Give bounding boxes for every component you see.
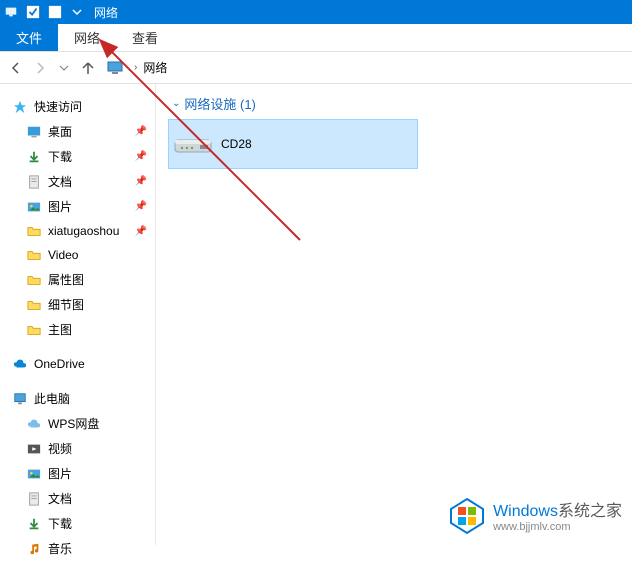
navpane-item-label: 图片 xyxy=(48,198,72,215)
thispc-label: 此电脑 xyxy=(34,390,70,407)
navpane-item-zhutu[interactable]: 主图 xyxy=(0,317,155,342)
monitor-icon xyxy=(106,59,124,77)
navpane-item-xiatugaoshou[interactable]: xiatugaoshou 📌 xyxy=(0,219,155,243)
back-button[interactable] xyxy=(4,56,28,80)
watermark-url: www.bjjmlv.com xyxy=(493,521,622,533)
navpane-item-label: 下载 xyxy=(48,148,72,165)
pin-icon: 📌 xyxy=(135,151,151,162)
folder-icon xyxy=(26,247,42,263)
watermark-brand: Windows系统之家 xyxy=(493,497,622,521)
navpane-item-label: WPS网盘 xyxy=(48,415,99,432)
watermark-brand-b: 系统之家 xyxy=(558,503,622,520)
quick-access-group: 快速访问 桌面 📌 下载 📌 文档 📌 图片 📌 xyxy=(0,94,155,342)
titlebar: 网络 xyxy=(0,0,632,24)
content-area: ⌄ 网络设施 (1) CD28 xyxy=(156,84,632,545)
tab-file[interactable]: 文件 xyxy=(0,24,58,51)
navpane-item-label: 主图 xyxy=(48,321,72,338)
navpane-item-label: 细节图 xyxy=(48,296,84,313)
navpane-item-label: 桌面 xyxy=(48,123,72,140)
chevron-down-icon: ⌄ xyxy=(172,98,180,109)
onedrive-header[interactable]: OneDrive xyxy=(0,352,155,376)
navpane-item-label: 文档 xyxy=(48,490,72,507)
main-area: 快速访问 桌面 📌 下载 📌 文档 📌 图片 📌 xyxy=(0,84,632,545)
navigation-pane: 快速访问 桌面 📌 下载 📌 文档 📌 图片 📌 xyxy=(0,84,156,545)
picture-icon xyxy=(26,199,42,215)
folder-icon xyxy=(26,272,42,288)
pin-icon: 📌 xyxy=(135,176,151,187)
navpane-item-desktop[interactable]: 桌面 📌 xyxy=(0,119,155,144)
music-icon xyxy=(26,541,42,557)
navpane-item-wps[interactable]: WPS网盘 xyxy=(0,411,155,436)
ribbon-tabs: 文件 网络 查看 xyxy=(0,24,632,52)
navpane-item-downloads2[interactable]: 下载 xyxy=(0,511,155,536)
picture-icon xyxy=(26,466,42,482)
download-icon xyxy=(26,516,42,532)
tab-view[interactable]: 查看 xyxy=(116,24,174,51)
navpane-item-pictures[interactable]: 图片 📌 xyxy=(0,194,155,219)
navpane-item-label: 文档 xyxy=(48,173,72,190)
blank-box-icon[interactable] xyxy=(46,3,64,21)
dropdown-icon[interactable] xyxy=(68,3,86,21)
thispc-group: 此电脑 WPS网盘 视频 图片 文档 下载 xyxy=(0,386,155,561)
navpane-item-xijietu[interactable]: 细节图 xyxy=(0,292,155,317)
document-icon xyxy=(26,491,42,507)
navpane-item-label: Video xyxy=(48,248,78,262)
navbar: › 网络 xyxy=(0,52,632,84)
device-item[interactable]: CD28 xyxy=(168,119,418,169)
pin-icon: 📌 xyxy=(135,226,151,237)
quick-access-toolbar xyxy=(0,3,88,21)
folder-icon xyxy=(26,223,42,239)
pin-icon: 📌 xyxy=(135,126,151,137)
navpane-item-shuxingtu[interactable]: 属性图 xyxy=(0,267,155,292)
navpane-item-pictures2[interactable]: 图片 xyxy=(0,461,155,486)
group-header-label: 网络设施 (1) xyxy=(184,94,256,113)
navpane-item-label: 图片 xyxy=(48,465,72,482)
navpane-item-label: 视频 xyxy=(48,440,72,457)
star-icon xyxy=(12,99,28,115)
watermark-brand-a: Windows xyxy=(493,503,558,520)
window-title: 网络 xyxy=(88,4,118,21)
monitor-icon xyxy=(12,391,28,407)
chevron-right-icon: › xyxy=(134,62,137,73)
device-label: CD28 xyxy=(217,137,252,151)
router-icon xyxy=(169,120,217,168)
video-icon xyxy=(26,441,42,457)
cloud-icon xyxy=(12,356,28,372)
navpane-item-videos[interactable]: 视频 xyxy=(0,436,155,461)
desktop-icon xyxy=(26,124,42,140)
thispc-header[interactable]: 此电脑 xyxy=(0,386,155,411)
navpane-item-label: 属性图 xyxy=(48,271,84,288)
navpane-item-documents[interactable]: 文档 📌 xyxy=(0,169,155,194)
navpane-item-label: 音乐 xyxy=(48,540,72,557)
forward-button[interactable] xyxy=(28,56,52,80)
quick-access-header[interactable]: 快速访问 xyxy=(0,94,155,119)
navpane-item-label: xiatugaoshou xyxy=(48,224,119,238)
navpane-item-video[interactable]: Video xyxy=(0,243,155,267)
breadcrumb[interactable]: › 网络 xyxy=(106,59,167,77)
watermark-text-block: Windows系统之家 www.bjjmlv.com xyxy=(493,497,622,533)
cloud-icon xyxy=(26,416,42,432)
navpane-item-documents2[interactable]: 文档 xyxy=(0,486,155,511)
onedrive-group: OneDrive xyxy=(0,352,155,376)
pin-icon: 📌 xyxy=(135,201,151,212)
group-header-network-infra[interactable]: ⌄ 网络设施 (1) xyxy=(168,92,620,119)
navpane-item-downloads[interactable]: 下载 📌 xyxy=(0,144,155,169)
watermark: Windows系统之家 www.bjjmlv.com xyxy=(447,495,622,535)
recent-dropdown[interactable] xyxy=(52,56,76,80)
document-icon xyxy=(26,174,42,190)
navpane-item-music[interactable]: 音乐 xyxy=(0,536,155,561)
breadcrumb-location[interactable]: 网络 xyxy=(143,59,167,76)
download-icon xyxy=(26,149,42,165)
folder-icon xyxy=(26,297,42,313)
network-icon[interactable] xyxy=(2,3,20,21)
quick-access-label: 快速访问 xyxy=(34,98,82,115)
up-button[interactable] xyxy=(76,56,100,80)
folder-icon xyxy=(26,322,42,338)
tab-network[interactable]: 网络 xyxy=(58,24,116,51)
checkbox-icon[interactable] xyxy=(24,3,42,21)
windows-logo-icon xyxy=(447,495,487,535)
onedrive-label: OneDrive xyxy=(34,357,85,371)
navpane-item-label: 下载 xyxy=(48,515,72,532)
